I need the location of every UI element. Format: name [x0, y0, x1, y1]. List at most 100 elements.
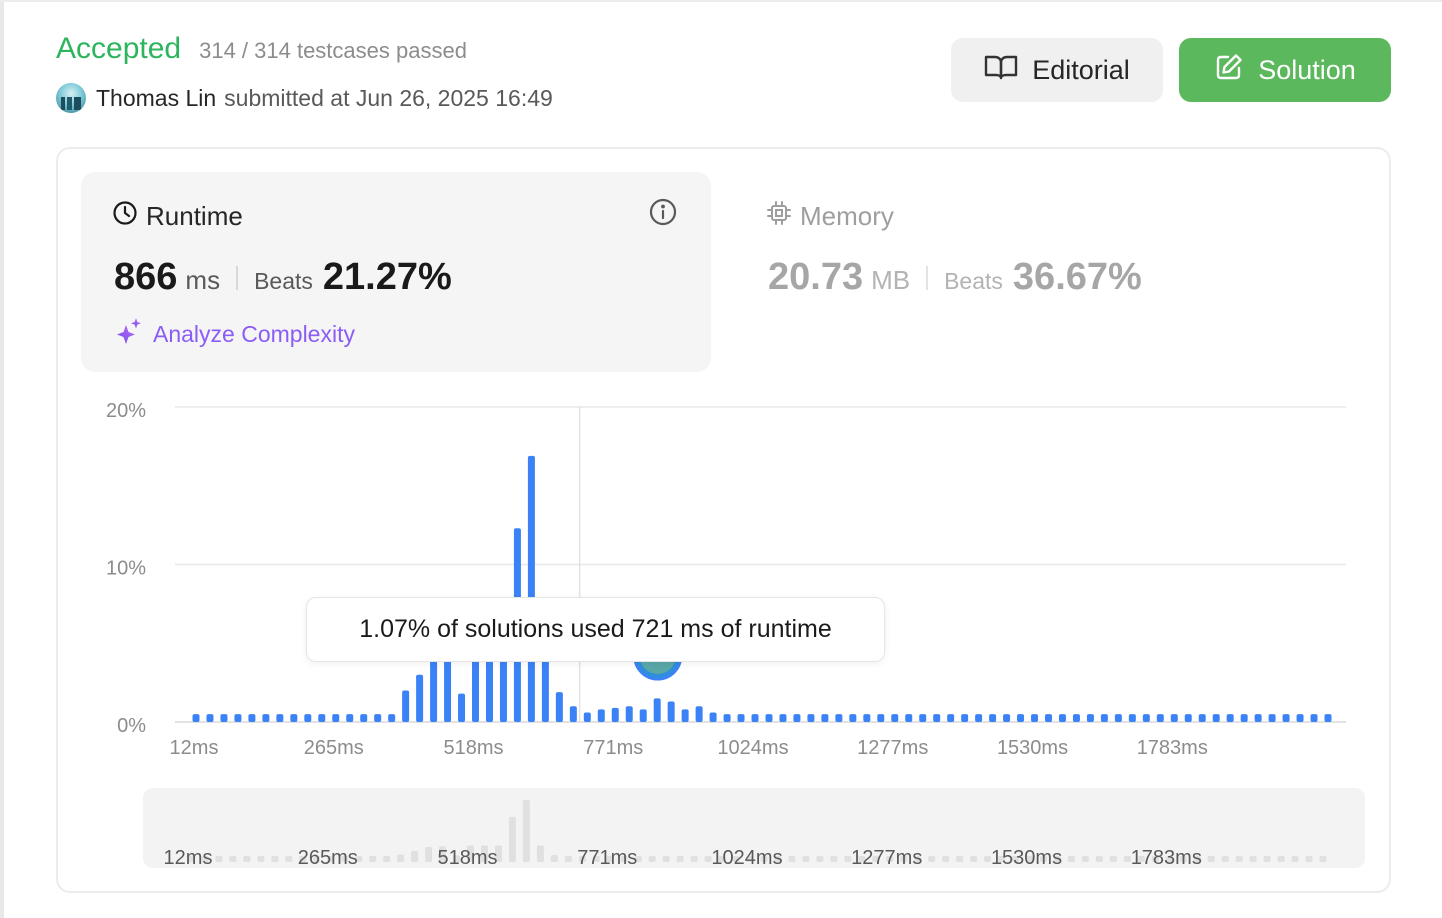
y-tick-label: 20% — [106, 400, 146, 422]
x-tick-label: 12ms — [170, 737, 219, 759]
minimap-bar — [1319, 856, 1327, 862]
y-tick-label: 10% — [106, 558, 146, 580]
x-tick-label: 265ms — [304, 737, 364, 759]
chart-bar — [416, 674, 424, 722]
chart-bar — [723, 714, 731, 722]
chart-bar — [737, 714, 745, 722]
minimap-bar — [676, 856, 684, 862]
y-tick-label: 0% — [117, 715, 146, 737]
minimap-bar — [564, 856, 572, 862]
x-tick-label: 1024ms — [717, 737, 788, 759]
chart-bar — [1072, 714, 1080, 722]
minimap-bar — [662, 856, 670, 862]
minimap-bar — [536, 845, 544, 862]
x-tick-label: 771ms — [583, 737, 643, 759]
chart-bar — [1254, 714, 1262, 722]
chart-bar — [388, 714, 396, 722]
x-tick-label: 518ms — [443, 737, 503, 759]
tooltip-text: 1.07% of solutions used 721 ms of runtim… — [359, 615, 832, 643]
minimap-bar — [970, 856, 978, 862]
minimap-bar — [285, 856, 293, 862]
chart-bar — [1086, 714, 1094, 722]
chart-bar — [1128, 714, 1136, 722]
chart-bar — [1100, 714, 1108, 722]
chart-bar — [234, 714, 242, 722]
chart-bar — [681, 709, 689, 722]
minimap-bar — [1095, 856, 1103, 862]
minimap-bar — [928, 856, 936, 862]
minimap-bar — [271, 856, 279, 862]
minimap-bar — [243, 856, 251, 862]
chart-bar — [835, 714, 843, 722]
minimap-bar — [690, 856, 698, 862]
chart-bar — [206, 714, 214, 722]
chart-bar — [1170, 714, 1178, 722]
chart-bar — [262, 714, 270, 722]
chart-bar — [192, 714, 200, 722]
chart-bar — [933, 714, 941, 722]
minimap-bar — [425, 846, 433, 862]
minimap-tick-label: 1783ms — [1131, 847, 1202, 869]
minimap-bar — [229, 856, 237, 862]
chart-bar — [444, 654, 452, 722]
chart-bar — [891, 714, 899, 722]
chart-bar — [1310, 714, 1318, 722]
chart-bar — [583, 712, 591, 722]
chart-bar — [332, 714, 340, 722]
minimap-bar — [942, 856, 950, 862]
chart-bar — [919, 714, 927, 722]
chart-bar — [905, 714, 913, 722]
chart-bar — [1142, 714, 1150, 722]
chart-bar — [751, 714, 759, 722]
minimap-bar — [397, 854, 405, 862]
chart-bar — [1031, 714, 1039, 722]
minimap-bar — [648, 856, 656, 862]
minimap-bar — [1249, 856, 1257, 862]
chart-bar — [821, 714, 829, 722]
minimap-bar — [369, 856, 377, 862]
chart-bar — [1184, 714, 1192, 722]
chart-bar — [1226, 714, 1234, 722]
chart-bar — [1268, 714, 1276, 722]
chart-bar — [555, 692, 563, 722]
x-tick-label: 1783ms — [1137, 737, 1208, 759]
chart-bar — [402, 690, 410, 722]
minimap-bar — [257, 856, 265, 862]
minimap-bar — [1235, 856, 1243, 862]
minimap-bar — [1263, 856, 1271, 862]
chart-bar — [1058, 714, 1066, 722]
minimap-bar — [1207, 856, 1215, 862]
chart-bar — [709, 712, 717, 722]
chart-bar — [667, 701, 675, 722]
chart-bar — [458, 693, 466, 722]
chart-bar — [1017, 714, 1025, 722]
chart-bar — [863, 714, 871, 722]
chart-bar — [625, 706, 633, 722]
chart-bar — [360, 714, 368, 722]
minimap-bar — [1305, 856, 1313, 862]
chart-bar — [1156, 714, 1164, 722]
chart-bar — [276, 714, 284, 722]
minimap-tick-label: 265ms — [298, 847, 358, 869]
minimap-tick-label: 771ms — [577, 847, 637, 869]
chart-bar — [290, 714, 298, 722]
chart-bar — [1324, 714, 1332, 722]
chart-bar — [1282, 714, 1290, 722]
minimap-bar — [1081, 856, 1089, 862]
chart-bar — [220, 714, 228, 722]
chart-bar — [1212, 714, 1220, 722]
chart-bar — [304, 714, 312, 722]
minimap-bar — [956, 856, 964, 862]
minimap-bar — [816, 856, 824, 862]
chart-bar — [1044, 714, 1052, 722]
minimap-bar — [802, 856, 810, 862]
chart-bar — [877, 714, 885, 722]
chart-bar — [653, 698, 661, 722]
runtime-distribution-chart[interactable]: 20% 10% 0% 12ms 265ms 518ms 771ms 1024ms 1277ms 1… — [0, 0, 1442, 918]
chart-bar — [779, 714, 787, 722]
chart-bar — [318, 714, 326, 722]
chart-bar — [611, 707, 619, 722]
minimap-tick-label: 1277ms — [851, 847, 922, 869]
chart-bar — [807, 714, 815, 722]
minimap-bar — [1109, 856, 1117, 862]
